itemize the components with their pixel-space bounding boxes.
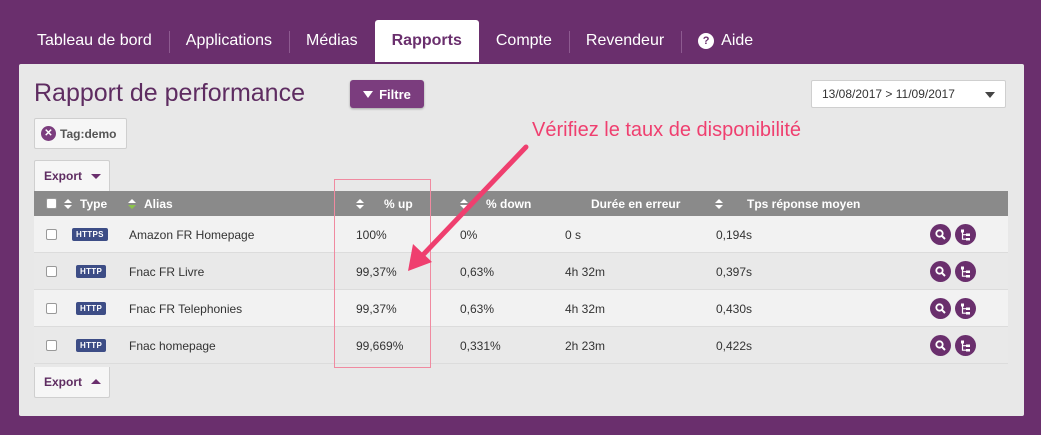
annotation-arrow-icon [408,144,529,271]
